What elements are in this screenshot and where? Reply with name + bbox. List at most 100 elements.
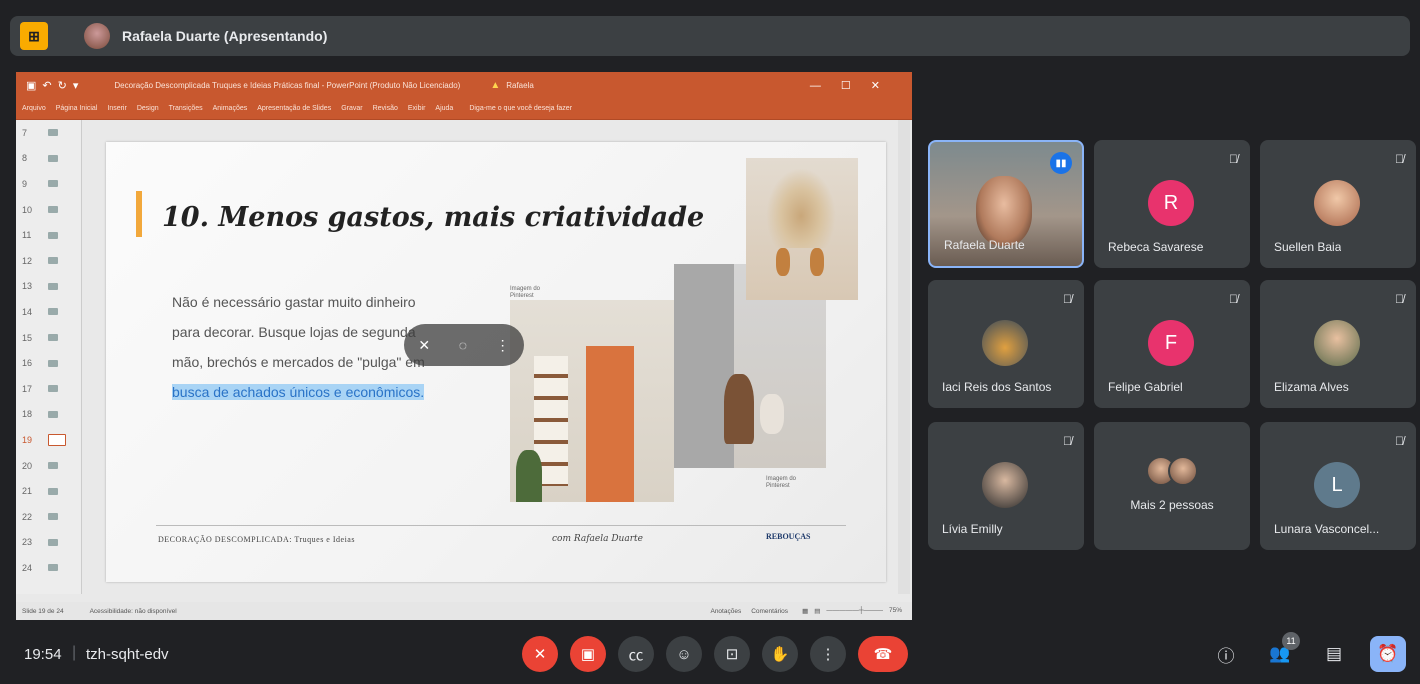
comments-button[interactable]: Comentários	[751, 608, 788, 615]
slide-thumb[interactable]: 24	[16, 555, 81, 581]
window-controls[interactable]: —☐✕	[810, 79, 900, 92]
tab-gravar[interactable]: Gravar	[341, 105, 362, 112]
mute-icon[interactable]: ◌	[459, 337, 467, 353]
slide-thumbnails: 7 8 9 10 11 12 13 14 15 16 17 18 19 20 2…	[16, 120, 82, 594]
slide-thumb[interactable]: 15	[16, 325, 81, 351]
slide-thumb[interactable]: 7	[16, 120, 81, 146]
participant-tile[interactable]: 🎙̸ Iaci Reis dos Santos	[928, 280, 1084, 408]
tab-animacoes[interactable]: Animações	[213, 105, 248, 112]
footer-course-title: DECORAÇÃO DESCOMPLICADA: Truques e Ideia…	[158, 535, 355, 544]
title-accent-bar	[136, 191, 142, 237]
more-options-button[interactable]: ⋮	[810, 636, 846, 672]
people-icon[interactable]: 👥 11	[1262, 632, 1300, 672]
view-sorter-icon[interactable]: ▤	[814, 607, 820, 615]
more-options-icon[interactable]: ⋮	[496, 337, 510, 354]
slide-thumb[interactable]: 11	[16, 222, 81, 248]
footer-author: com Rafaela Duarte	[552, 534, 643, 544]
powerpoint-window: ▣↶↻▾ Decoração Descomplicada Truques e I…	[16, 72, 912, 620]
slide-body-text[interactable]: Não é necessário gastar muito dinheiro p…	[172, 287, 432, 407]
slide-thumb[interactable]: 16	[16, 350, 81, 376]
meeting-controls-bar: 19:54 | tzh-sqht-edv ✕ ▣ ㏄ ☺ ⊡ ✋ ⋮ ☎ ⓘ 👥…	[0, 628, 1420, 684]
slide-title[interactable]: 10. Menos gastos, mais criatividade	[162, 202, 704, 233]
image-caption: Imagem do Pinterest	[766, 476, 797, 489]
more-participants-tile[interactable]: Mais 2 pessoas	[1094, 422, 1250, 550]
participant-tile[interactable]: 🎙̸ F Felipe Gabriel	[1094, 280, 1250, 408]
leave-call-button[interactable]: ☎	[858, 636, 908, 672]
participant-tile[interactable]: 🎙̸ Elizama Alves	[1260, 280, 1416, 408]
slide-thumb[interactable]: 18	[16, 402, 81, 428]
presentation-icon[interactable]: ⊞	[20, 22, 48, 50]
reactions-button[interactable]: ☺	[666, 636, 702, 672]
captions-button[interactable]: ㏄	[618, 636, 654, 672]
speaking-indicator-icon: ▮▮	[1050, 152, 1072, 174]
tab-design[interactable]: Design	[137, 105, 159, 112]
slide-thumb[interactable]: 8	[16, 146, 81, 172]
mic-off-icon: 🎙̸	[1229, 152, 1238, 166]
slide-thumb[interactable]: 10	[16, 197, 81, 223]
meeting-code[interactable]: tzh-sqht-edv	[86, 646, 169, 663]
tab-arquivo[interactable]: Arquivo	[22, 105, 46, 112]
participant-video	[976, 176, 1032, 246]
slide-thumb[interactable]: 21	[16, 478, 81, 504]
slide-image-pampas[interactable]	[746, 158, 858, 300]
slide-canvas: 10. Menos gastos, mais criatividade Não …	[106, 142, 886, 582]
warning-icon: ▲	[490, 79, 501, 91]
presenter-avatar	[84, 23, 110, 49]
footer-logo: REBOUÇAS	[766, 532, 811, 541]
slide-thumb[interactable]: 23	[16, 530, 81, 556]
mic-off-icon: 🎙̸	[1063, 292, 1072, 306]
camera-off-button[interactable]: ▣	[570, 636, 606, 672]
tile-hover-controls: ✕ ◌ ⋮	[404, 324, 524, 366]
stacked-avatars	[1146, 456, 1198, 490]
tab-exibir[interactable]: Exibir	[408, 105, 426, 112]
tab-revisao[interactable]: Revisão	[373, 105, 398, 112]
accessibility-status[interactable]: Acessibilidade: não disponível	[90, 608, 177, 615]
raise-hand-button[interactable]: ✋	[762, 636, 798, 672]
slide-thumb[interactable]: 20	[16, 453, 81, 479]
participant-count-badge: 11	[1282, 632, 1300, 650]
meeting-info-icon[interactable]: ⓘ	[1208, 636, 1244, 672]
participant-tile[interactable]: 🎙̸ Lívia Emilly	[928, 422, 1084, 550]
slide-image-door[interactable]	[510, 300, 674, 502]
zoom-slider[interactable]: —————┼———	[826, 607, 883, 615]
vertical-scrollbar[interactable]	[898, 120, 910, 594]
notes-button[interactable]: Anotações	[710, 608, 741, 615]
participant-tile[interactable]: ▮▮ Rafaela Duarte	[928, 140, 1084, 268]
zoom-level[interactable]: 75%	[889, 607, 902, 615]
slide-thumb[interactable]: 22	[16, 504, 81, 530]
slide-thumb[interactable]: 9	[16, 171, 81, 197]
tab-apresentacao[interactable]: Apresentação de Slides	[257, 105, 331, 112]
tab-transicoes[interactable]: Transições	[169, 105, 203, 112]
activities-icon[interactable]: ⏰	[1370, 636, 1406, 672]
mic-off-button[interactable]: ✕	[522, 636, 558, 672]
view-normal-icon[interactable]: ▦	[802, 607, 808, 615]
presenter-name: Rafaela Duarte (Apresentando)	[122, 28, 328, 44]
ribbon-tabs: Arquivo Página Inicial Inserir Design Tr…	[16, 98, 912, 120]
quick-access-toolbar[interactable]: ▣↶↻▾	[26, 79, 84, 92]
tell-me-search[interactable]: Diga-me o que você deseja fazer	[469, 105, 572, 112]
slide-thumb[interactable]: 13	[16, 274, 81, 300]
presenter-bar: ⊞ Rafaela Duarte (Apresentando)	[10, 16, 1410, 56]
avatar	[1314, 320, 1360, 366]
slide-thumb[interactable]: 14	[16, 299, 81, 325]
participant-tile[interactable]: 🎙̸ R Rebeca Savarese	[1094, 140, 1250, 268]
slide-thumb[interactable]: 17	[16, 376, 81, 402]
highlighted-text: busca de achados únicos e econômicos.	[172, 384, 425, 400]
avatar	[1314, 180, 1360, 226]
tab-pagina-inicial[interactable]: Página Inicial	[56, 105, 98, 112]
participant-tile[interactable]: 🎙̸ Suellen Baia	[1260, 140, 1416, 268]
present-button[interactable]: ⊡	[714, 636, 750, 672]
mic-off-icon[interactable]: ✕	[418, 337, 430, 354]
slide-thumb[interactable]: 12	[16, 248, 81, 274]
slide-thumb-selected[interactable]: 19	[16, 427, 81, 453]
tab-inserir[interactable]: Inserir	[107, 105, 126, 112]
chat-icon[interactable]: ▤	[1316, 636, 1352, 672]
tab-ajuda[interactable]: Ajuda	[435, 105, 453, 112]
avatar: R	[1148, 180, 1194, 226]
mic-off-icon: 🎙̸	[1063, 434, 1072, 448]
participant-tile[interactable]: 🎙̸ L Lunara Vasconcel...	[1260, 422, 1416, 550]
ppt-titlebar: ▣↶↻▾ Decoração Descomplicada Truques e I…	[16, 72, 912, 98]
mic-off-icon: 🎙̸	[1229, 292, 1238, 306]
user-name[interactable]: Rafaela	[506, 81, 534, 90]
avatar: L	[1314, 462, 1360, 508]
